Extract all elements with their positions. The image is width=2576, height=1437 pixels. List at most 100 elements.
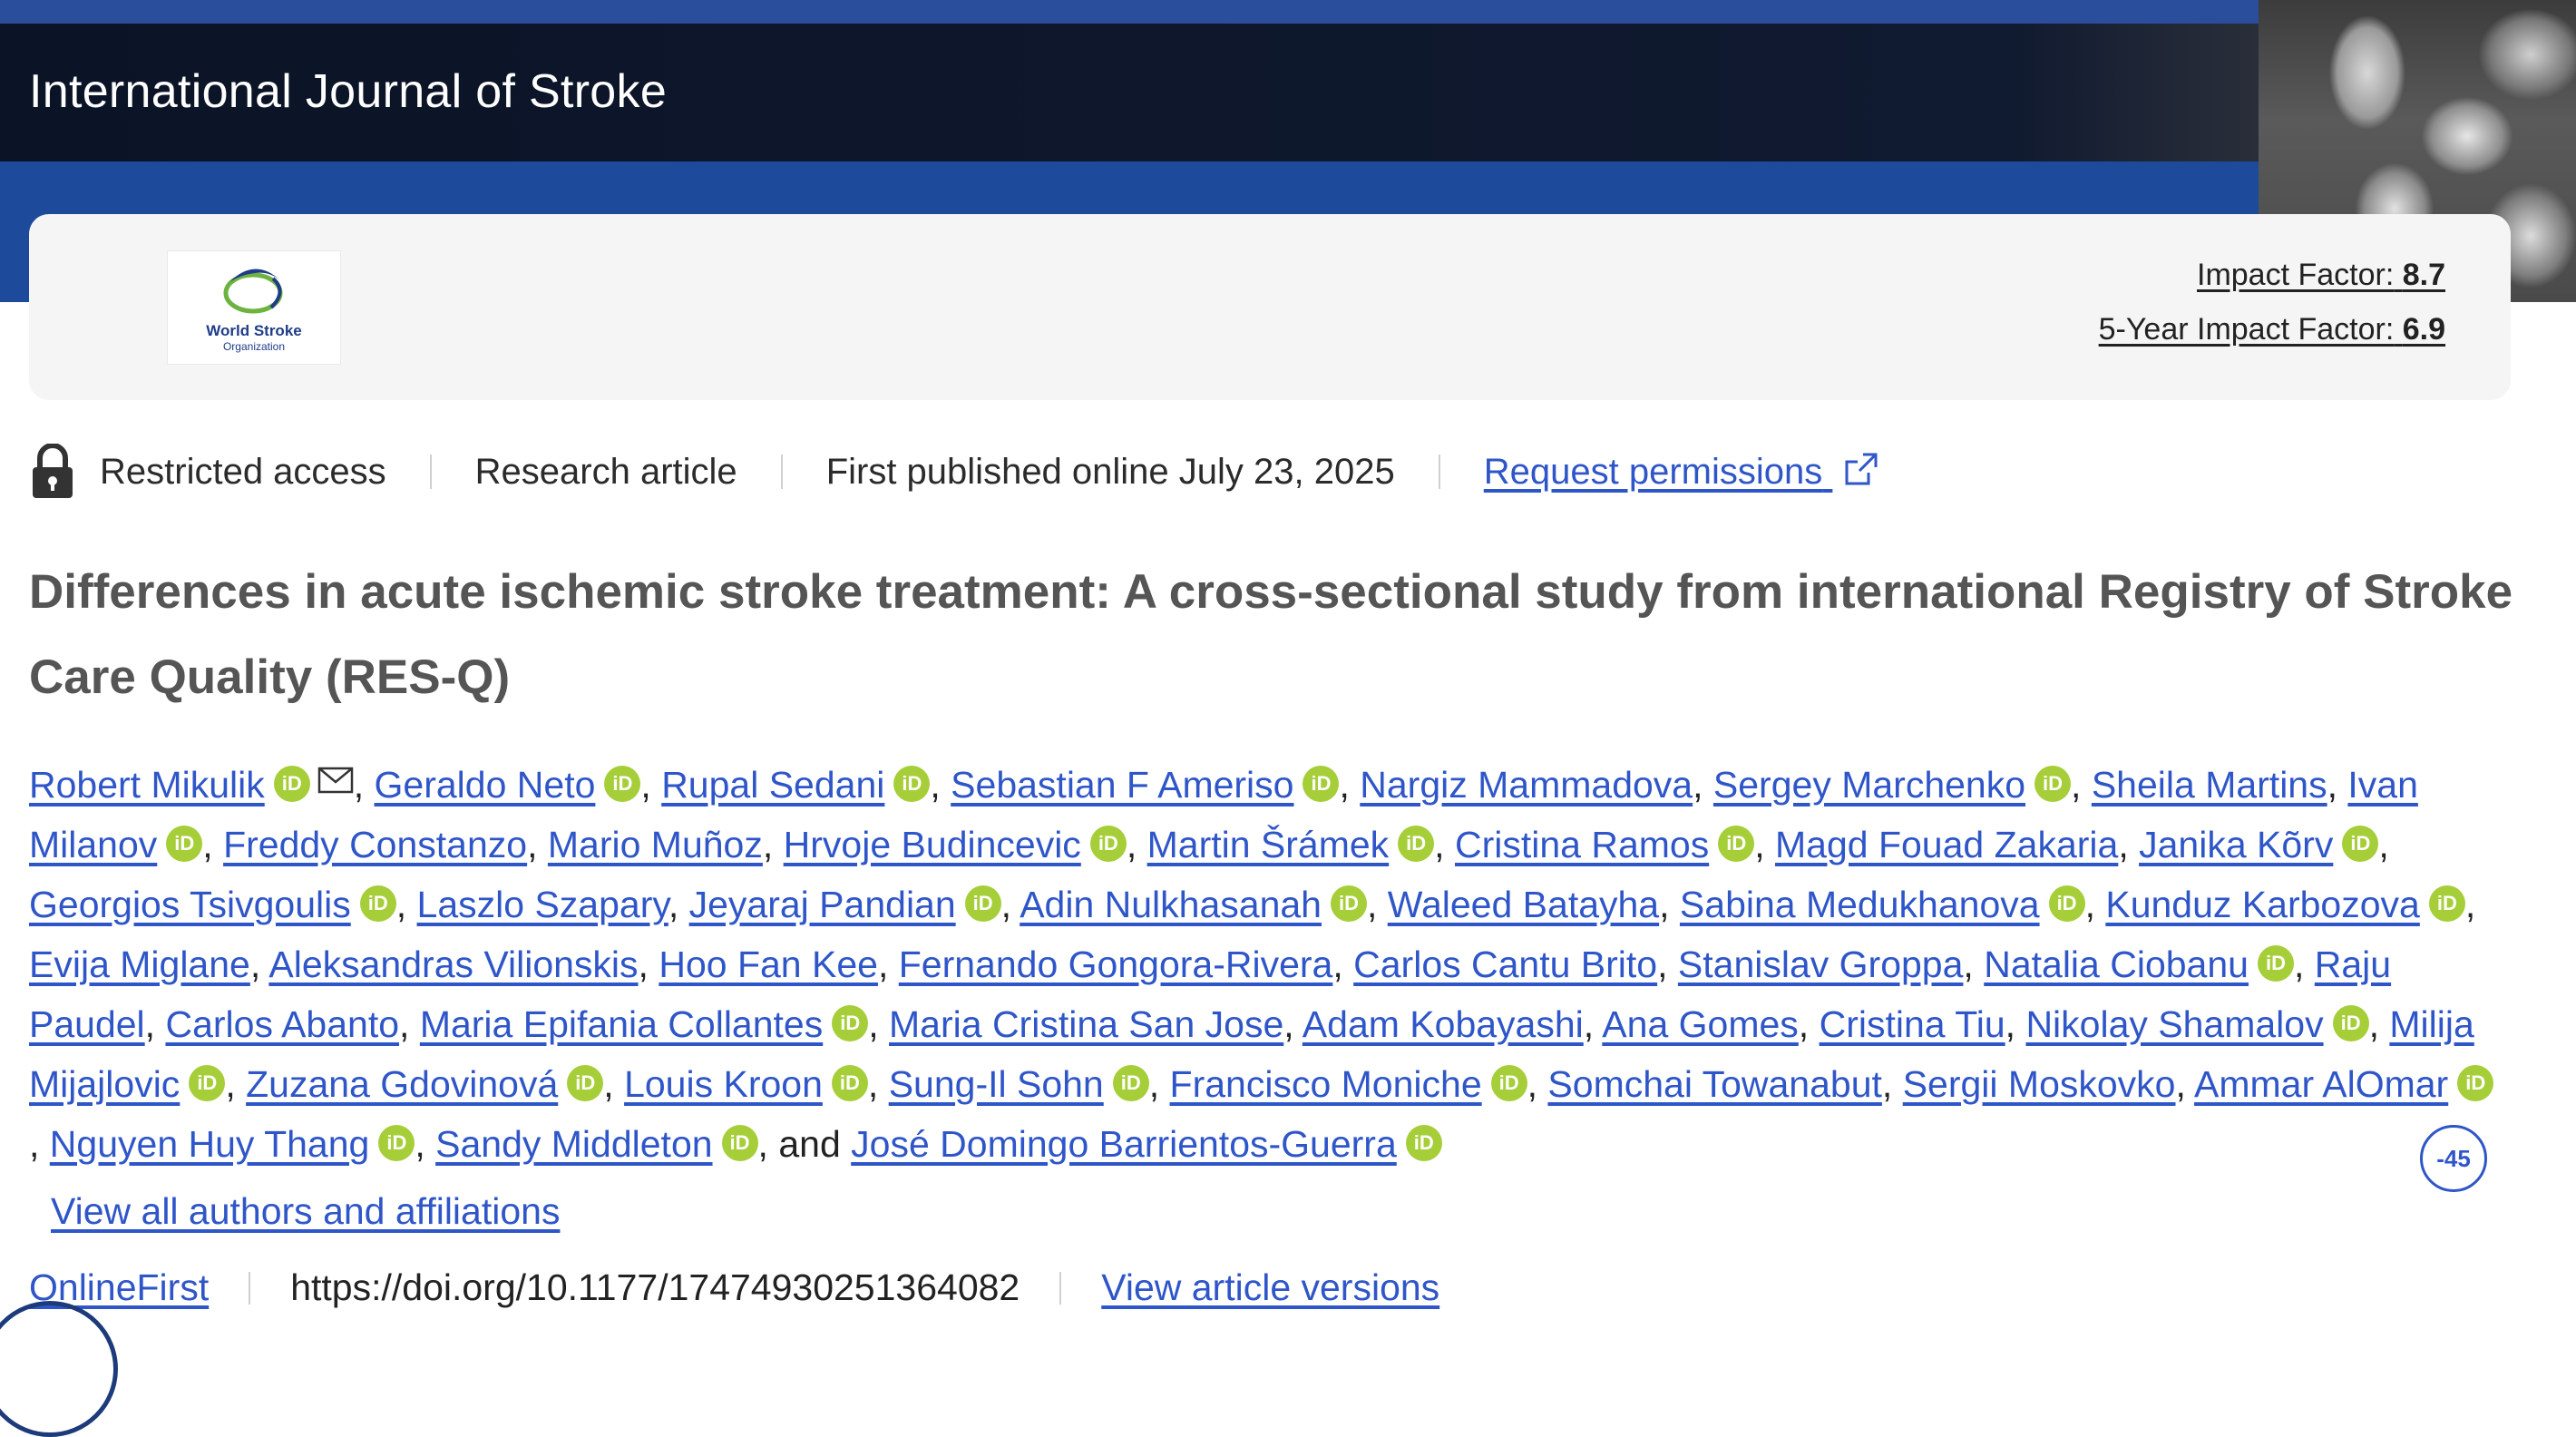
article-type: Research article: [474, 451, 737, 492]
author-link[interactable]: Sung-Il Sohn: [889, 1063, 1104, 1105]
orcid-icon[interactable]: iD: [604, 766, 641, 802]
orcid-icon[interactable]: iD: [2257, 945, 2294, 982]
author-link[interactable]: Maria Cristina San Jose: [889, 1003, 1283, 1045]
orcid-icon[interactable]: iD: [273, 766, 310, 802]
author-link[interactable]: Ana Gomes: [1602, 1003, 1799, 1045]
journal-name[interactable]: International Journal of Stroke: [29, 64, 667, 119]
author-link[interactable]: Nikolay Shamalov: [2025, 1003, 2323, 1045]
orcid-icon[interactable]: iD: [1718, 826, 1755, 862]
author-link[interactable]: Robert Mikulik: [29, 764, 265, 806]
author-link[interactable]: Louis Kroon: [624, 1063, 823, 1105]
author-link[interactable]: Adam Kobayashi: [1303, 1003, 1584, 1045]
author-link[interactable]: Laszlo Szapary: [417, 884, 668, 925]
orcid-icon[interactable]: iD: [2332, 1005, 2369, 1041]
author-link[interactable]: Waleed Batayha: [1388, 884, 1659, 925]
author-link[interactable]: Adin Nulkhasanah: [1020, 884, 1322, 925]
orcid-icon[interactable]: iD: [2034, 766, 2072, 802]
author-link[interactable]: Sergey Marchenko: [1713, 764, 2025, 806]
author-link[interactable]: Ammar AlOmar: [2194, 1063, 2448, 1105]
orcid-icon[interactable]: iD: [1398, 826, 1435, 862]
orcid-icon[interactable]: iD: [2048, 885, 2085, 922]
orcid-icon[interactable]: iD: [964, 885, 1001, 922]
article-meta: Restricted access Research article First…: [29, 443, 1879, 501]
logo-subtext: Organization: [222, 340, 286, 353]
author-link[interactable]: Fernando Gongora-Rivera: [899, 943, 1333, 985]
author-link[interactable]: Cristina Ramos: [1455, 824, 1709, 865]
author-link[interactable]: Aleksandras Vilionskis: [268, 943, 638, 985]
author-separator: ,: [2005, 1003, 2026, 1045]
author-link[interactable]: Geraldo Neto: [375, 764, 596, 806]
journal-banner: International Journal of Stroke: [0, 24, 2576, 161]
orcid-icon[interactable]: iD: [1089, 826, 1127, 862]
author-link[interactable]: Somchai Towanabut: [1547, 1063, 1881, 1105]
logo-text: World Stroke: [206, 322, 302, 339]
author-separator: ,: [1583, 1003, 1603, 1045]
author-link[interactable]: Rupal Sedani: [661, 764, 884, 806]
article-versions-link[interactable]: View article versions: [1101, 1266, 1439, 1309]
author-link[interactable]: Sheila Martins: [2092, 764, 2327, 806]
orcid-icon[interactable]: iD: [1405, 1125, 1442, 1161]
author-link[interactable]: Hrvoje Budincevic: [784, 824, 1081, 865]
author-link[interactable]: Sabina Medukhanova: [1680, 884, 2040, 925]
author-link[interactable]: Nargiz Mammadova: [1360, 764, 1693, 806]
author-link[interactable]: Mario Muñoz: [548, 824, 763, 865]
author-link[interactable]: Carlos Abanto: [165, 1003, 399, 1045]
author-separator: ,: [757, 1123, 779, 1165]
orcid-icon[interactable]: iD: [2457, 1065, 2494, 1101]
collapse-authors-button[interactable]: -45: [2420, 1125, 2487, 1192]
author-link[interactable]: Janika Kõrv: [2139, 824, 2333, 865]
author-link[interactable]: Kunduz Karbozova: [2105, 884, 2419, 925]
request-permissions-link[interactable]: Request permissions: [1484, 451, 1880, 493]
orcid-icon[interactable]: iD: [1490, 1065, 1527, 1101]
orcid-icon[interactable]: iD: [567, 1065, 604, 1101]
author-link[interactable]: Carlos Cantu Brito: [1353, 943, 1657, 985]
author-link[interactable]: Sebastian F Ameriso: [951, 764, 1293, 806]
orcid-icon[interactable]: iD: [2428, 885, 2465, 922]
author-link[interactable]: Martin Šrámek: [1147, 824, 1390, 865]
request-permissions-label: Request permissions: [1483, 452, 1823, 492]
orcid-icon[interactable]: iD: [893, 766, 931, 802]
author-link[interactable]: Freddy Constanzo: [223, 824, 527, 865]
author-separator: ,: [603, 1063, 625, 1105]
author-link[interactable]: Zuzana Gdovinová: [246, 1063, 558, 1105]
five-year-impact-value: 6.9: [2402, 312, 2445, 347]
five-year-impact-factor[interactable]: 5-Year Impact Factor: 6.9: [2099, 312, 2445, 347]
author-separator: ,: [1339, 764, 1361, 806]
author-separator: ,: [353, 764, 375, 806]
author-link[interactable]: Georgios Tsivgoulis: [29, 884, 351, 925]
author-link[interactable]: Cristina Tiu: [1820, 1003, 2005, 1045]
author-separator: ,: [1659, 884, 1680, 925]
society-logo[interactable]: World Stroke Organization: [167, 250, 341, 365]
author-link[interactable]: Maria Epifania Collantes: [420, 1003, 823, 1045]
impact-factor-value: 8.7: [2402, 258, 2445, 292]
author-link[interactable]: Natalia Ciobanu: [1984, 943, 2249, 985]
author-link[interactable]: José Domingo Barrientos-Guerra: [851, 1123, 1397, 1165]
publish-date: First published online July 23, 2025: [825, 451, 1395, 492]
author-link[interactable]: Nguyen Huy Thang: [50, 1123, 370, 1165]
author-link[interactable]: Hoo Fan Kee: [659, 943, 878, 985]
orcid-icon[interactable]: iD: [2342, 826, 2379, 862]
author-link[interactable]: Magd Fouad Zakaria: [1775, 824, 2118, 865]
author-separator: ,: [2378, 824, 2389, 865]
email-icon[interactable]: [317, 767, 354, 794]
author-link[interactable]: Sandy Middleton: [435, 1123, 712, 1165]
feedback-badge[interactable]: [0, 1301, 118, 1437]
orcid-icon[interactable]: iD: [1112, 1065, 1149, 1101]
orcid-icon[interactable]: iD: [166, 826, 203, 862]
orcid-icon[interactable]: iD: [831, 1065, 868, 1101]
author-separator: ,: [144, 1003, 166, 1045]
author-link[interactable]: Jeyaraj Pandian: [689, 884, 956, 925]
impact-factor[interactable]: Impact Factor: 8.7: [2197, 258, 2445, 293]
orcid-icon[interactable]: iD: [1330, 885, 1367, 922]
orcid-icon[interactable]: iD: [832, 1005, 869, 1041]
orcid-icon[interactable]: iD: [359, 885, 396, 922]
author-link[interactable]: Stanislav Groppa: [1678, 943, 1964, 985]
orcid-icon[interactable]: iD: [1303, 766, 1340, 802]
orcid-icon[interactable]: iD: [378, 1125, 415, 1161]
author-link[interactable]: Francisco Moniche: [1170, 1063, 1482, 1105]
orcid-icon[interactable]: iD: [189, 1065, 226, 1101]
author-link[interactable]: Evija Miglane: [29, 943, 250, 985]
author-link[interactable]: Sergii Moskovko: [1903, 1063, 2176, 1105]
orcid-icon[interactable]: iD: [721, 1125, 758, 1161]
view-all-authors-link[interactable]: View all authors and affiliations: [51, 1190, 560, 1233]
